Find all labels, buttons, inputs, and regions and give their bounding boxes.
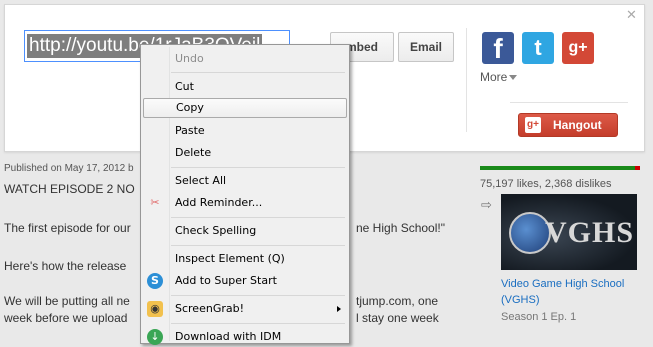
menu-separator: [171, 72, 345, 73]
description-line: WATCH EPISODE 2 NO: [4, 182, 135, 196]
divider: [510, 102, 628, 103]
menu-item-paste[interactable]: Paste: [143, 121, 347, 141]
google-plus-icon[interactable]: g+: [562, 32, 594, 64]
description-line: l stay one week: [356, 311, 439, 325]
super-start-icon: S: [147, 273, 163, 289]
idm-icon: ↓: [147, 329, 163, 345]
likes-bar-fill: [480, 166, 636, 170]
description-line: ne High School!": [356, 221, 445, 235]
reminder-icon: ✂: [150, 196, 160, 209]
menu-item-label: Check Spelling: [175, 224, 257, 237]
menu-item-delete[interactable]: Delete: [143, 143, 347, 163]
menu-item-label: Inspect Element (Q): [175, 252, 285, 265]
menu-item-label: Paste: [175, 124, 205, 137]
facebook-icon[interactable]: f: [482, 32, 514, 64]
submenu-arrow-icon: [337, 306, 341, 312]
menu-item-undo[interactable]: Undo: [143, 49, 347, 69]
divider: [466, 28, 467, 132]
menu-item-add-reminder[interactable]: ✂ Add Reminder...: [143, 193, 347, 213]
context-menu: Undo Cut Copy Paste Delete Select All ✂ …: [140, 44, 350, 347]
menu-item-label: Delete: [175, 146, 212, 159]
hangout-button[interactable]: g+ Hangout: [518, 113, 618, 137]
menu-item-copy[interactable]: Copy: [143, 98, 347, 118]
share-arrow-icon: ⇨: [481, 198, 492, 213]
menu-item-add-to-super-start[interactable]: S Add to Super Start: [143, 271, 347, 291]
video-thumbnail[interactable]: VGHS: [501, 194, 637, 270]
menu-separator: [171, 167, 345, 168]
menu-item-select-all[interactable]: Select All: [143, 171, 347, 191]
menu-item-download-with-idm[interactable]: ↓ Download with IDM: [143, 327, 347, 347]
menu-item-check-spelling[interactable]: Check Spelling: [143, 221, 347, 241]
likes-bar: [480, 166, 640, 170]
video-title-link[interactable]: Video Game High School (VGHS): [501, 276, 641, 308]
close-icon[interactable]: ✕: [626, 8, 637, 23]
menu-item-label: Cut: [175, 80, 194, 93]
likes-count: 75,197 likes, 2,368 dislikes: [480, 178, 612, 190]
description-line: The first episode for our: [4, 221, 131, 235]
description-line: Here's how the release: [4, 259, 127, 273]
thumbnail-logo-text: VGHS: [545, 216, 635, 249]
chevron-down-icon: [509, 75, 517, 80]
menu-item-label: Select All: [175, 174, 227, 187]
menu-item-label: Download with IDM: [175, 330, 282, 343]
email-button[interactable]: Email: [398, 32, 454, 62]
menu-item-label: Add to Super Start: [175, 274, 277, 287]
description-line: We will be putting all ne: [4, 294, 130, 308]
screengrab-icon: ◉: [147, 301, 163, 317]
hangout-label: Hangout: [553, 118, 602, 132]
video-episode: Season 1 Ep. 1: [501, 311, 577, 323]
menu-separator: [171, 245, 345, 246]
menu-item-label: Add Reminder...: [175, 196, 263, 209]
description-line: tjump.com, one: [356, 294, 439, 308]
menu-separator: [171, 295, 345, 296]
menu-item-label: Copy: [176, 101, 204, 114]
published-date: Published on May 17, 2012 b: [4, 163, 134, 174]
menu-item-label: ScreenGrab!: [175, 302, 244, 315]
google-plus-icon: g+: [525, 117, 541, 133]
menu-item-label: Undo: [175, 52, 204, 65]
menu-item-inspect-element[interactable]: Inspect Element (Q): [143, 249, 347, 269]
menu-separator: [171, 217, 345, 218]
menu-item-screengrab[interactable]: ◉ ScreenGrab!: [143, 299, 347, 319]
more-link[interactable]: More: [480, 70, 507, 84]
twitter-icon[interactable]: t: [522, 32, 554, 64]
menu-item-cut[interactable]: Cut: [143, 77, 347, 97]
menu-separator: [171, 323, 345, 324]
description-line: week before we upload: [4, 311, 128, 325]
